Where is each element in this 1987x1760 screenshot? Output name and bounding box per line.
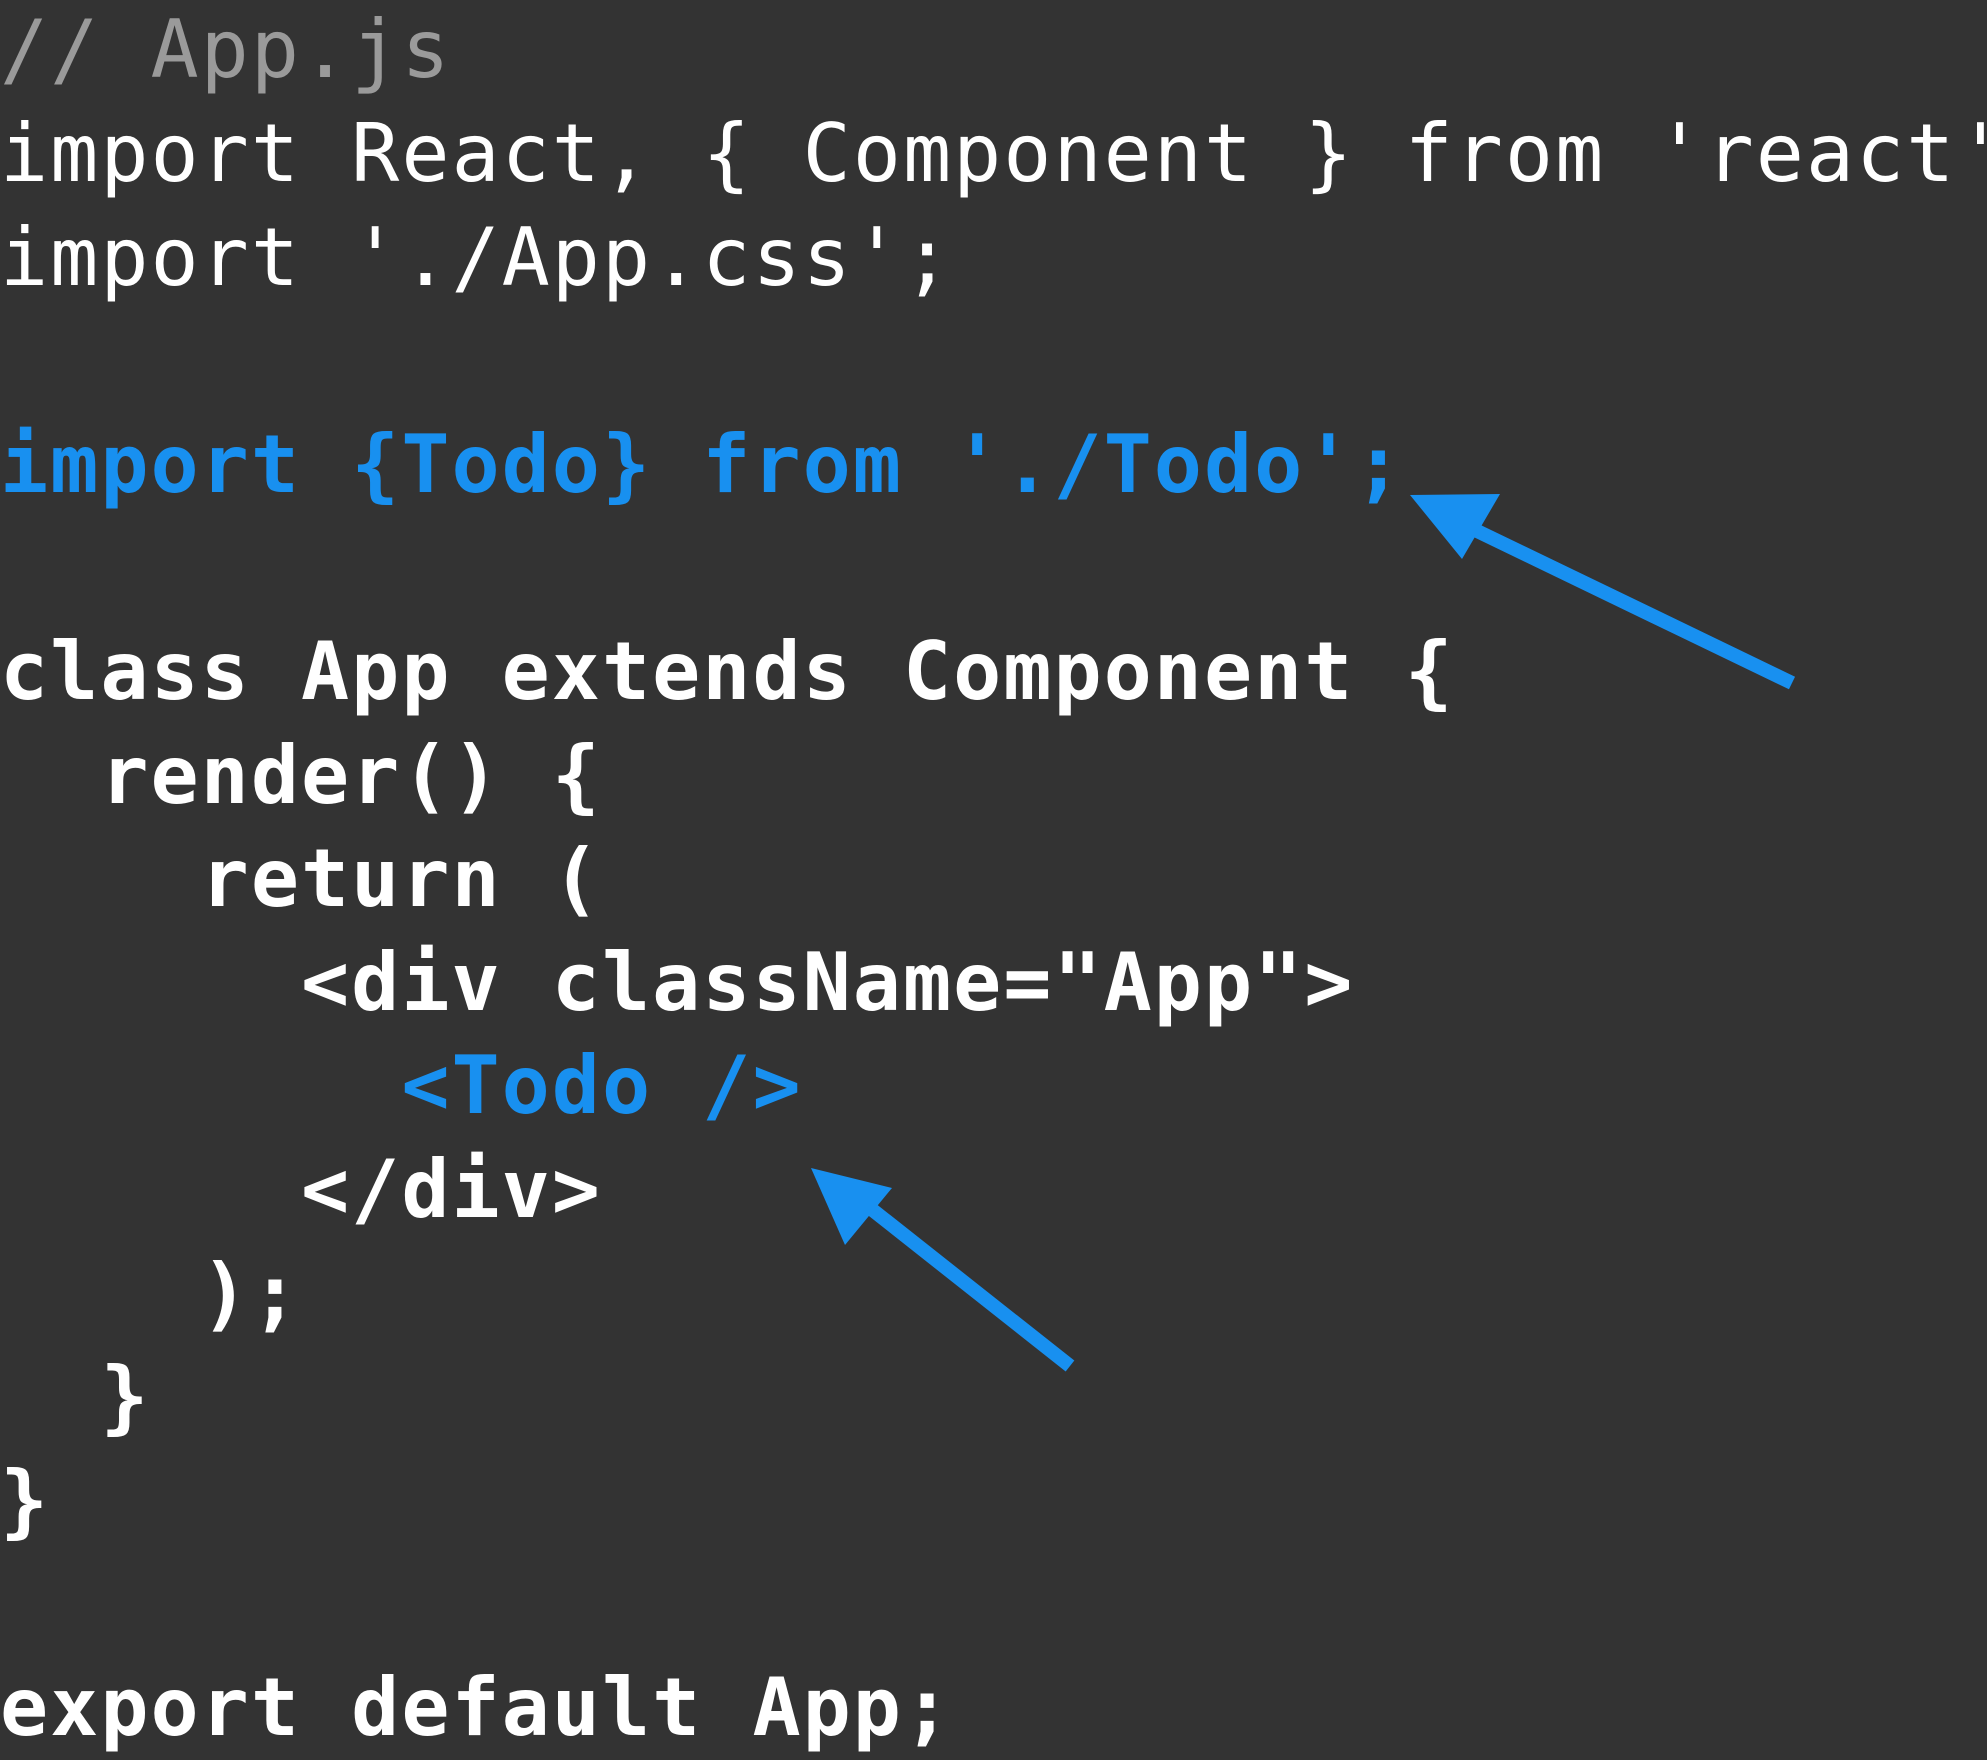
annotation-layer <box>811 494 1796 1372</box>
arrow-icon <box>1410 494 1796 690</box>
arrow-icon <box>811 1168 1075 1372</box>
